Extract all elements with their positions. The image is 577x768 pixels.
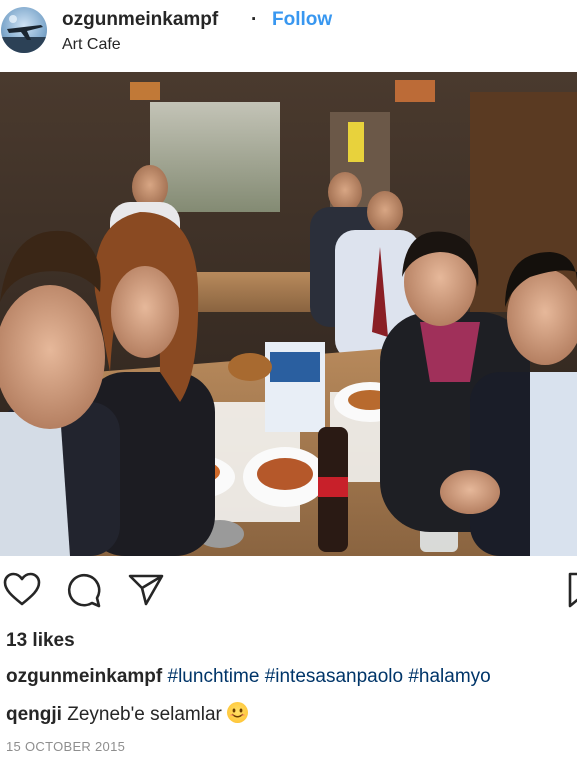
comment-icon: [67, 573, 101, 608]
post-photo[interactable]: [0, 72, 577, 556]
follow-button[interactable]: Follow: [272, 9, 332, 31]
comment-text: Zeyneb'e selamlar: [67, 704, 222, 725]
likes-count[interactable]: 13 likes: [6, 630, 75, 652]
post-location[interactable]: Art Cafe: [62, 36, 121, 54]
bookmark-icon: [568, 572, 577, 608]
hashtag-link[interactable]: #halamyo: [408, 666, 490, 687]
comment-username[interactable]: qengji: [6, 704, 62, 725]
like-button[interactable]: [2, 570, 42, 610]
header-separator: ·: [251, 9, 258, 30]
post-date: 15 OCTOBER 2015: [6, 739, 126, 754]
caption-username[interactable]: ozgunmeinkampf: [6, 666, 162, 687]
action-bar: [0, 570, 577, 614]
comment-button[interactable]: [64, 570, 104, 610]
profile-avatar[interactable]: [1, 7, 47, 53]
post-username[interactable]: ozgunmeinkampf: [62, 9, 218, 31]
smiling-face-emoji-icon: [227, 702, 249, 723]
save-button[interactable]: [562, 570, 577, 610]
heart-icon: [3, 572, 41, 606]
post-caption: ozgunmeinkampf #lunchtime #intesasanpaol…: [6, 666, 577, 688]
hashtag-link[interactable]: #intesasanpaolo: [265, 666, 403, 687]
post-header: ozgunmeinkampf · Follow Art Cafe: [0, 0, 577, 72]
share-icon: [128, 574, 164, 606]
comment-row: qengji Zeyneb'e selamlar: [6, 702, 249, 726]
share-button[interactable]: [126, 570, 166, 610]
hashtag-link[interactable]: #lunchtime: [168, 666, 260, 687]
